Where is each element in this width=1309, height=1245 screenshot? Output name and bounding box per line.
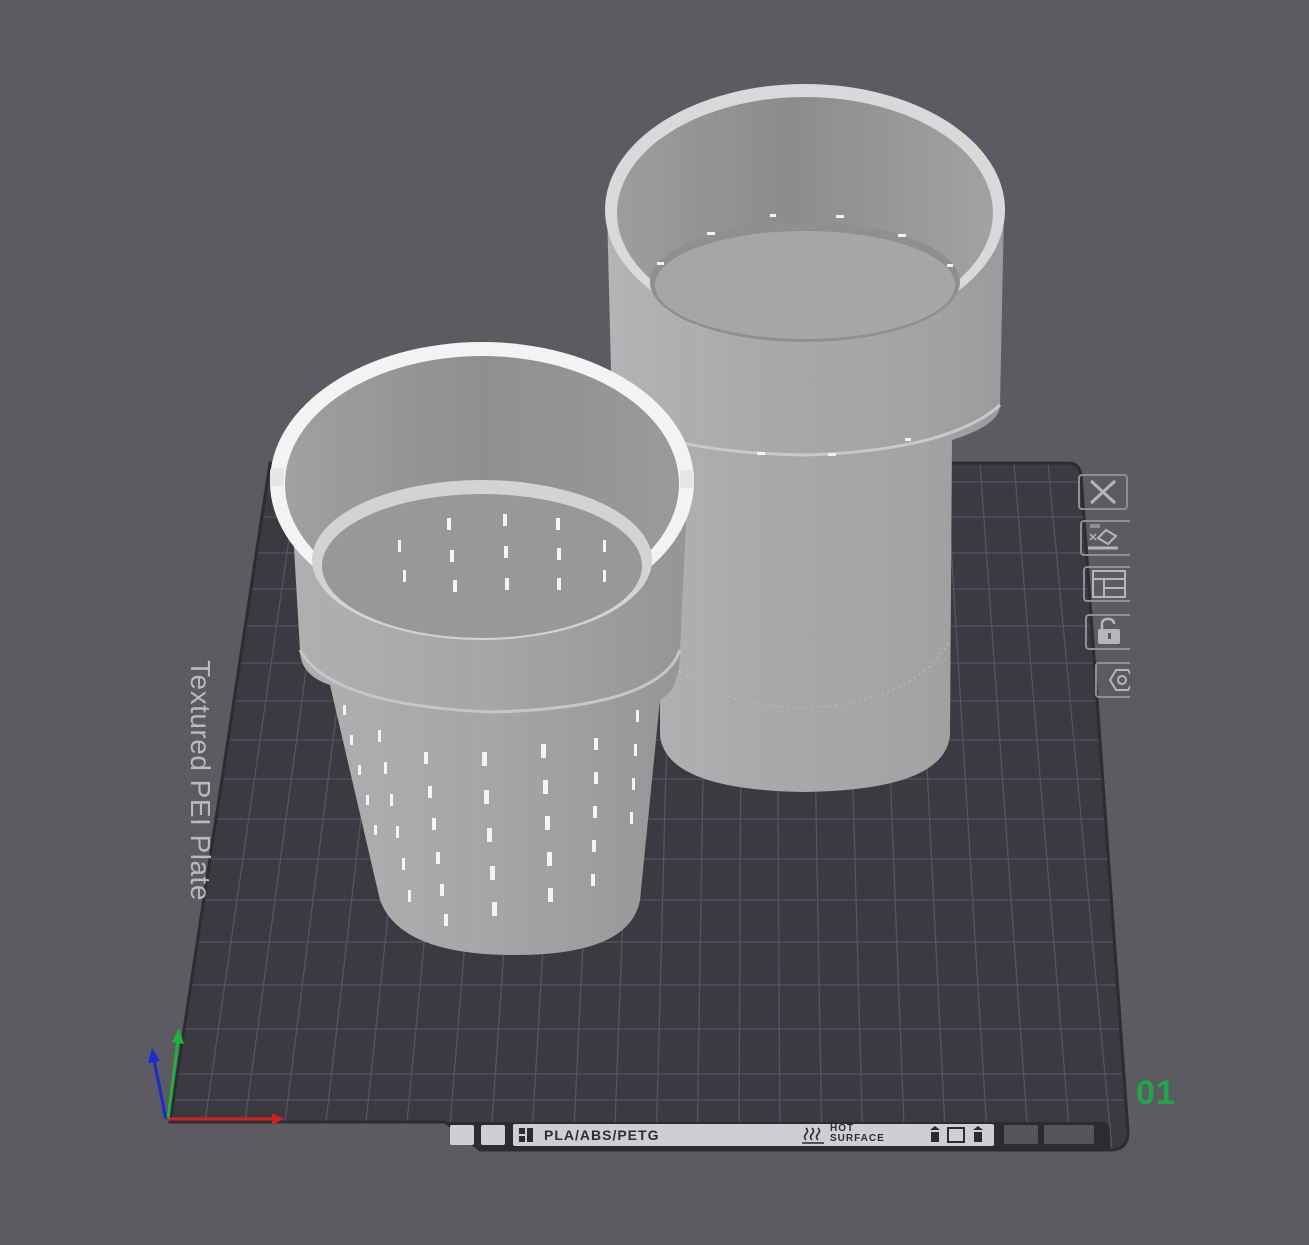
- auto-orient-icon: [1080, 520, 1130, 556]
- plate-toolbar: [1076, 472, 1152, 712]
- close-plate-button[interactable]: [1076, 474, 1130, 510]
- strip-tab-left: [450, 1125, 474, 1145]
- strip-tab: [481, 1125, 505, 1145]
- x-icon: [1078, 474, 1128, 510]
- material-label: PLA/ABS/PETG: [544, 1127, 660, 1143]
- lock-icon: [1085, 614, 1130, 650]
- plate-name-label: Textured PEI Plate: [185, 660, 216, 901]
- plate-number[interactable]: 01: [1136, 1074, 1176, 1113]
- strip-tab-right-2: [1044, 1125, 1094, 1144]
- strip-tab-right: [1004, 1125, 1038, 1144]
- arrange-button[interactable]: [1076, 566, 1130, 602]
- hexagon-settings-icon: [1095, 662, 1130, 698]
- plate-settings-button[interactable]: [1076, 662, 1130, 698]
- surface-label: SURFACE: [830, 1133, 885, 1144]
- lock-plate-button[interactable]: [1076, 614, 1130, 650]
- hot-surface-label: HOT SURFACE: [830, 1124, 885, 1144]
- arrange-icon: [1083, 566, 1130, 602]
- auto-orient-button[interactable]: [1076, 520, 1130, 556]
